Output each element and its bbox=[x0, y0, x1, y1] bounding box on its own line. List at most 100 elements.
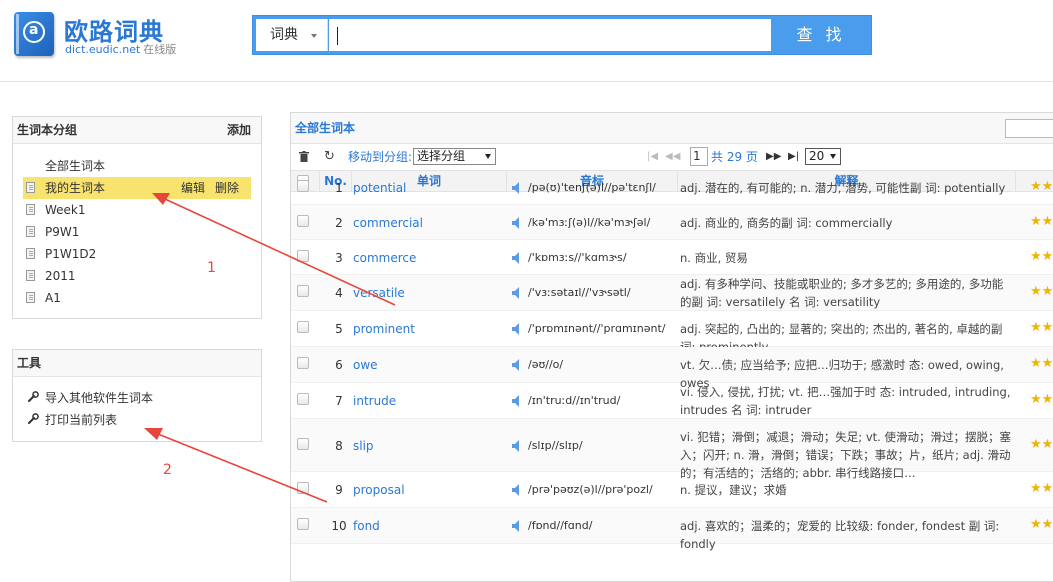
wordlist-filter-input[interactable] bbox=[1005, 119, 1053, 138]
delete-group-button[interactable]: 删除 bbox=[215, 181, 239, 195]
speaker-icon[interactable] bbox=[512, 359, 523, 371]
star-rating-icon[interactable]: ★★ bbox=[1030, 481, 1053, 496]
row-word[interactable]: potential bbox=[353, 181, 406, 195]
speaker-icon[interactable] bbox=[512, 287, 523, 299]
search-button[interactable]: 查 找 bbox=[773, 19, 869, 51]
group-item-label: P9W1 bbox=[45, 225, 80, 239]
speaker-icon[interactable] bbox=[512, 323, 523, 335]
first-page-icon[interactable]: |◀ bbox=[647, 145, 658, 169]
table-row[interactable]: 3 commerce/'kɒmɜːs//'kɑmɝs/n. 商业, 贸易 ★★ bbox=[291, 240, 1053, 275]
table-row[interactable]: 10 fond/fɒnd//fɑnd/adj. 喜欢的；温柔的；宠爱的 比较级: … bbox=[291, 508, 1053, 551]
row-checkbox[interactable] bbox=[297, 321, 309, 333]
wordlist-toolbar: ↻ 移动到分组: 选择分组 |◀ ◀◀ 1 共 29 页 ▶▶ ▶| 20 bbox=[291, 145, 1053, 169]
star-rating-icon[interactable]: ★★ bbox=[1030, 392, 1053, 407]
star-rating-icon[interactable]: ★★ bbox=[1030, 517, 1053, 532]
brand-domain: dict.eudic.net bbox=[65, 43, 141, 56]
speaker-icon[interactable] bbox=[512, 395, 523, 407]
row-word[interactable]: commerce bbox=[353, 251, 416, 265]
add-group-button[interactable]: 添加 bbox=[227, 117, 251, 143]
table-row[interactable]: 2 commercial/kə'mɜːʃ(ə)l//kə'mɝʃəl/adj. 商… bbox=[291, 205, 1053, 240]
group-item-label: P1W1D2 bbox=[45, 247, 97, 261]
table-row[interactable]: 8 slip/slɪp//slɪp/vi. 犯错；滑倒；减退；滑动；失足; vt.… bbox=[291, 419, 1053, 480]
wrench-icon bbox=[28, 391, 39, 402]
speaker-icon[interactable] bbox=[512, 484, 523, 496]
table-row[interactable]: 7 intrude/ɪn'truːd//ɪn'trud/vi. 侵入, 侵扰, 打… bbox=[291, 383, 1053, 419]
last-page-icon[interactable]: ▶| bbox=[788, 145, 799, 169]
page-size-select[interactable]: 20 bbox=[805, 148, 841, 165]
row-checkbox[interactable] bbox=[297, 393, 309, 405]
star-rating-icon[interactable]: ★★ bbox=[1030, 214, 1053, 229]
table-row[interactable]: 5 prominent/'prɒmɪnənt//'prɑmɪnənt/adj. 突… bbox=[291, 311, 1053, 354]
row-checkbox[interactable] bbox=[297, 250, 309, 262]
table-row[interactable]: 1 potential/pə(ʊ)'tenʃ(ə)l//pə'tɛnʃl/adj.… bbox=[291, 170, 1053, 205]
row-word[interactable]: commercial bbox=[353, 216, 423, 230]
print-list-link[interactable]: 打印当前列表 bbox=[27, 410, 117, 430]
row-checkbox[interactable] bbox=[297, 215, 309, 227]
page-size-value: 20 bbox=[809, 149, 825, 163]
import-wordbook-link[interactable]: 导入其他软件生词本 bbox=[27, 388, 153, 408]
caret-down-icon bbox=[485, 154, 491, 159]
row-checkbox[interactable] bbox=[297, 438, 309, 450]
star-rating-icon[interactable]: ★★ bbox=[1030, 356, 1053, 371]
row-phonetic: /prə'pəʊz(ə)l//prə'pozl/ bbox=[528, 483, 653, 496]
group-item-label: A1 bbox=[45, 291, 61, 305]
row-word[interactable]: intrude bbox=[353, 394, 396, 408]
star-rating-icon[interactable]: ★★ bbox=[1030, 179, 1053, 194]
star-rating-icon[interactable]: ★★ bbox=[1030, 437, 1053, 452]
group-item-a1[interactable]: A1 bbox=[23, 287, 251, 309]
group-item-all[interactable]: 全部生词本 bbox=[23, 155, 251, 177]
eudic-logo-icon[interactable] bbox=[14, 12, 54, 56]
edit-group-button[interactable]: 编辑 bbox=[181, 181, 205, 195]
row-definition: adj. 喜欢的；温柔的；宠爱的 比较级: fonder, fondest 副 … bbox=[680, 519, 1000, 551]
row-word[interactable]: prominent bbox=[353, 322, 415, 336]
page-number-input[interactable]: 1 bbox=[690, 147, 708, 166]
group-item-p9w1[interactable]: P9W1 bbox=[23, 221, 251, 243]
speaker-icon[interactable] bbox=[512, 520, 523, 532]
speaker-icon[interactable] bbox=[512, 182, 523, 194]
tool-item-label: 打印当前列表 bbox=[45, 413, 118, 427]
speaker-icon[interactable] bbox=[512, 440, 523, 452]
group-item-actions: 编辑 删除 bbox=[171, 177, 239, 199]
document-icon bbox=[26, 226, 35, 237]
table-row[interactable]: 9 proposal/prə'pəʊz(ə)l//prə'pozl/n. 提议，建… bbox=[291, 472, 1053, 508]
refresh-icon[interactable]: ↻ bbox=[324, 145, 335, 169]
next-page-icon[interactable]: ▶▶ bbox=[766, 145, 781, 169]
star-rating-icon[interactable]: ★★ bbox=[1030, 320, 1053, 335]
row-checkbox[interactable] bbox=[297, 518, 309, 530]
row-definition: adj. 有多种学问、技能或职业的; 多才多艺的; 多用途的, 多功能的副 词:… bbox=[680, 277, 1004, 309]
row-phonetic: /'prɒmɪnənt//'prɑmɪnənt/ bbox=[528, 322, 666, 335]
star-rating-icon[interactable]: ★★ bbox=[1030, 249, 1053, 264]
document-icon bbox=[26, 270, 35, 281]
speaker-icon[interactable] bbox=[512, 217, 523, 229]
table-row[interactable]: 4 versatile/'vɜːsətaɪl//'vɝsətl/adj. 有多种学… bbox=[291, 275, 1053, 311]
speaker-icon[interactable] bbox=[512, 252, 523, 264]
row-word[interactable]: versatile bbox=[353, 286, 405, 300]
table-row[interactable]: 6 owe/əʊ//o/vt. 欠…债; 应当给予; 应把…归功于; 感激时 态:… bbox=[291, 347, 1053, 390]
group-item-2011[interactable]: 2011 bbox=[23, 265, 251, 287]
document-icon bbox=[26, 292, 35, 303]
text-cursor bbox=[337, 27, 338, 45]
row-word[interactable]: slip bbox=[353, 439, 374, 453]
row-checkbox[interactable] bbox=[297, 482, 309, 494]
row-word[interactable]: owe bbox=[353, 358, 378, 372]
trash-icon[interactable] bbox=[299, 151, 309, 162]
search-input[interactable] bbox=[329, 19, 771, 51]
row-definition: n. 商业, 贸易 bbox=[680, 251, 748, 265]
row-word[interactable]: proposal bbox=[353, 483, 405, 497]
row-checkbox[interactable] bbox=[297, 357, 309, 369]
prev-page-icon[interactable]: ◀◀ bbox=[665, 145, 680, 169]
tools-panel-title: 工具 bbox=[17, 356, 42, 370]
wordlist-panel: 全部生词本 ↻ 移动到分组: 选择分组 |◀ ◀◀ 1 共 29 页 ▶▶ ▶|… bbox=[290, 112, 1053, 582]
group-select[interactable]: 选择分组 bbox=[413, 148, 496, 165]
document-icon bbox=[26, 204, 35, 215]
row-word[interactable]: fond bbox=[353, 519, 380, 533]
row-checkbox[interactable] bbox=[297, 180, 309, 192]
row-definition: vi. 侵入, 侵扰, 打扰; vt. 把…强加于时 态: intruded, … bbox=[680, 385, 1011, 417]
group-item-p1w1d2[interactable]: P1W1D2 bbox=[23, 243, 251, 265]
group-item-my-wordbook[interactable]: 我的生词本 编辑 删除 bbox=[23, 177, 251, 199]
star-rating-icon[interactable]: ★★ bbox=[1030, 284, 1053, 299]
row-checkbox[interactable] bbox=[297, 285, 309, 297]
dictionary-select[interactable]: 词典 bbox=[256, 19, 328, 51]
group-item-week1[interactable]: Week1 bbox=[23, 199, 251, 221]
wordlist-table: No. 单词 音标 解释 1 potential/pə(ʊ)'tenʃ(ə)l//… bbox=[291, 170, 1053, 551]
